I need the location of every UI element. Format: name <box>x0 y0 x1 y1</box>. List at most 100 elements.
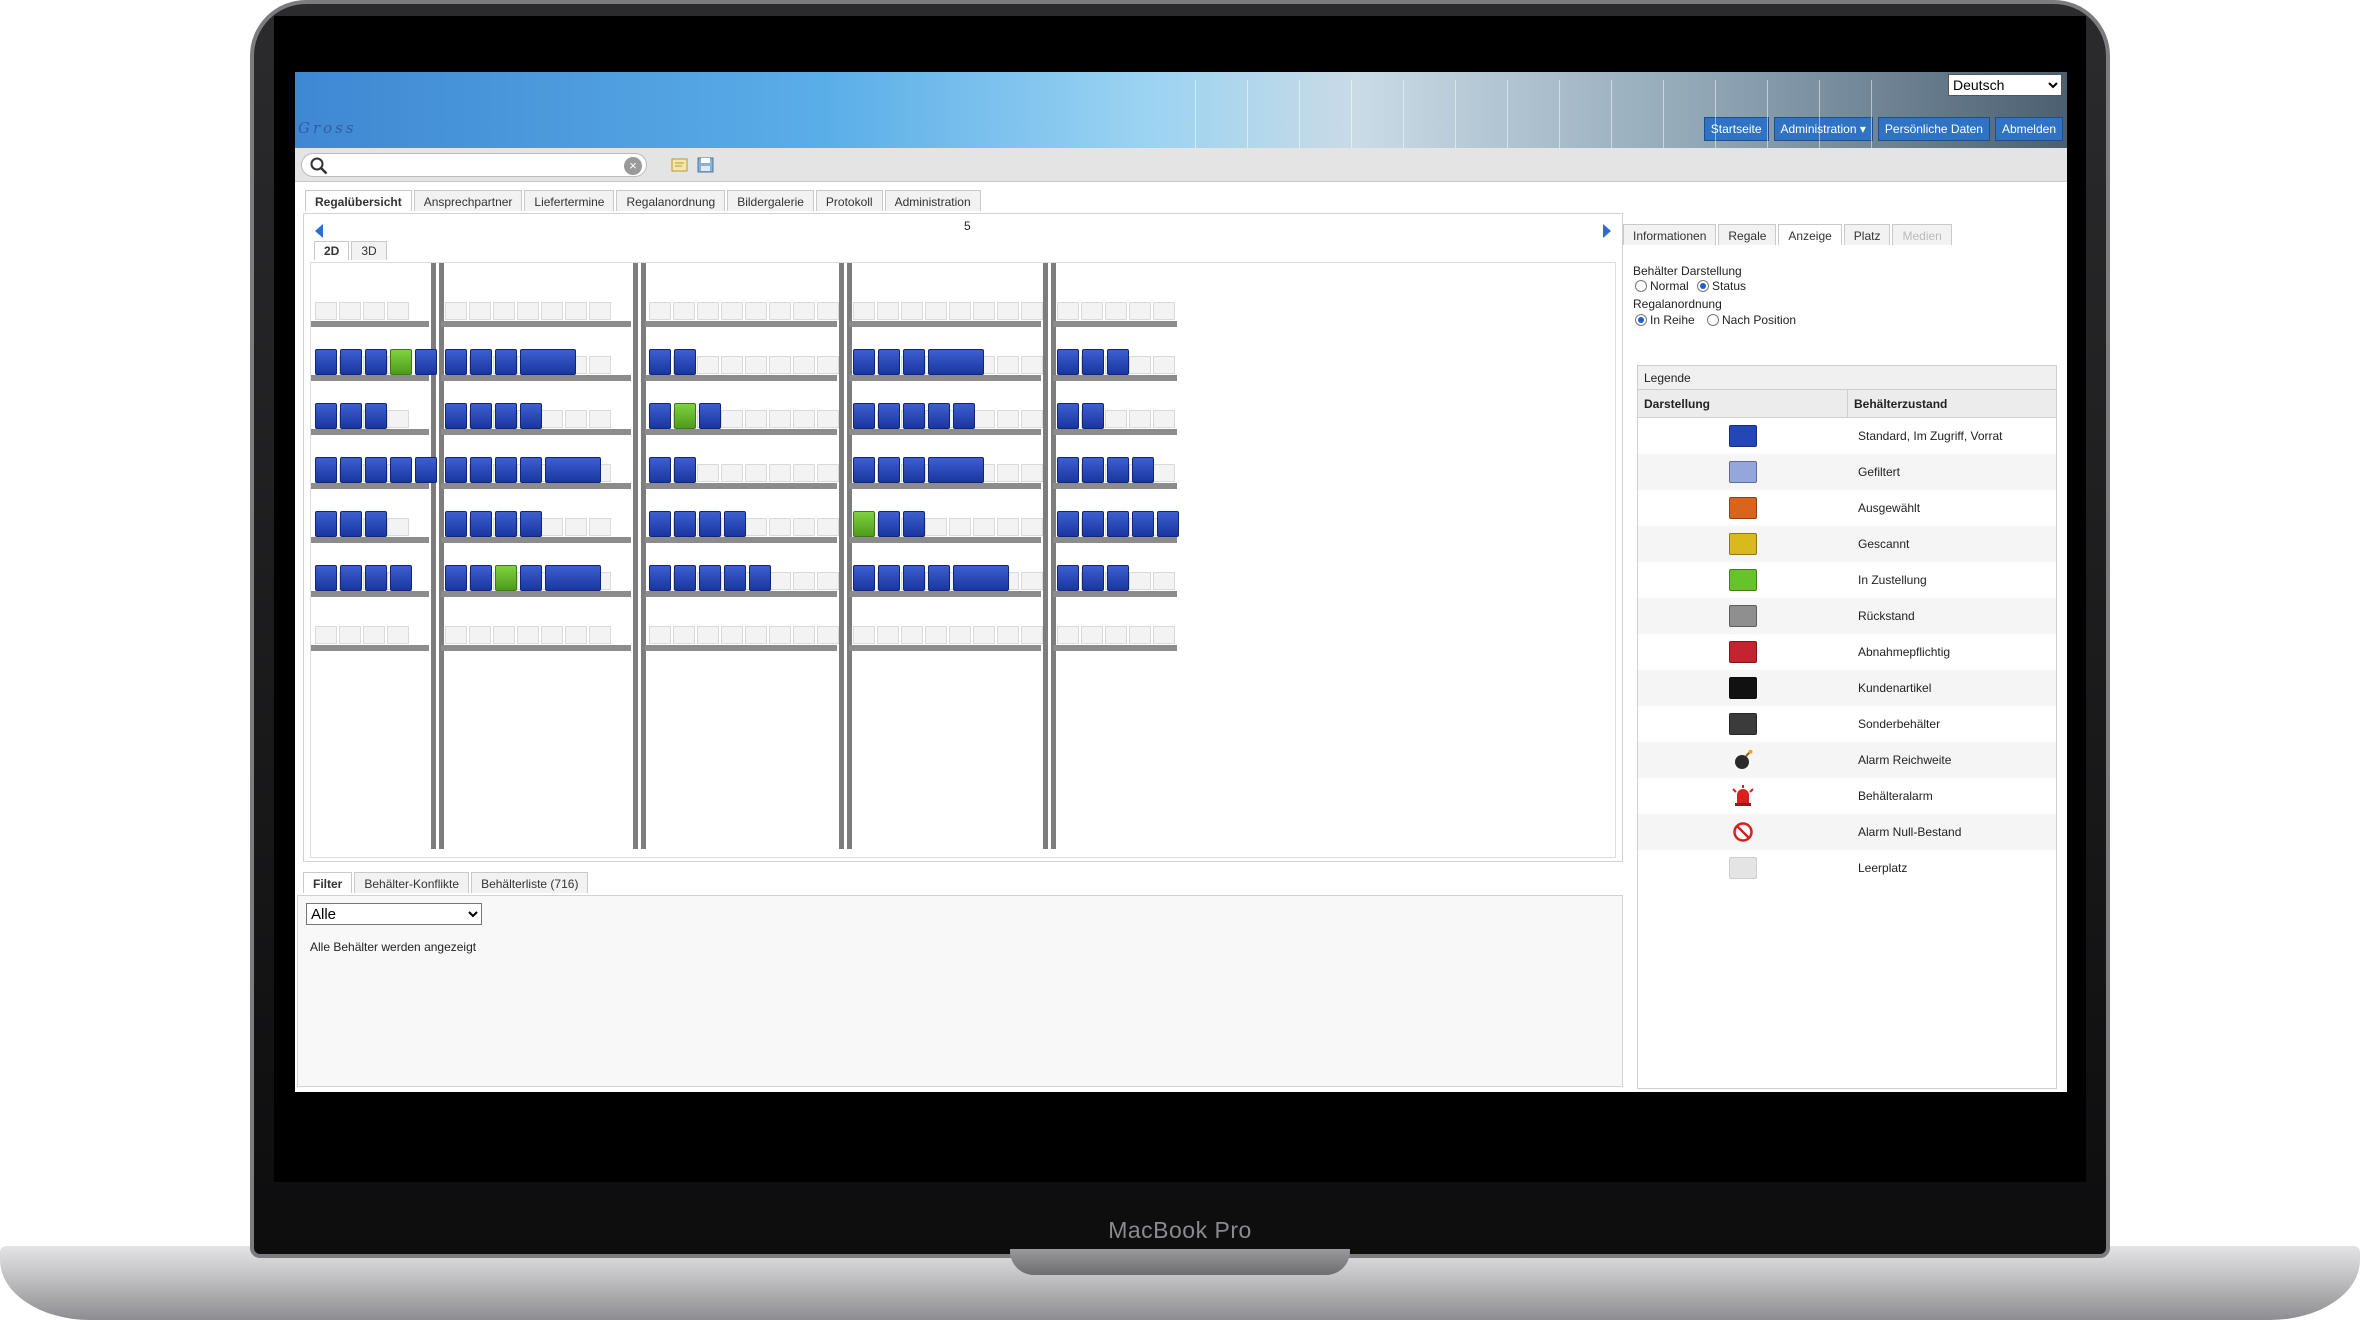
storage-bin[interactable] <box>649 403 671 429</box>
tab-bin-conflicts[interactable]: Behälter-Konflikte <box>354 872 470 893</box>
empty-slot[interactable] <box>387 302 409 320</box>
empty-slot[interactable] <box>817 626 839 644</box>
empty-slot[interactable] <box>1105 302 1127 320</box>
empty-slot[interactable] <box>697 302 719 320</box>
storage-bin[interactable] <box>699 403 721 429</box>
storage-bin[interactable] <box>953 565 1009 591</box>
note-icon[interactable] <box>671 157 689 173</box>
empty-slot[interactable] <box>1129 356 1151 374</box>
storage-bin[interactable] <box>674 565 696 591</box>
empty-slot[interactable] <box>1021 356 1043 374</box>
storage-bin[interactable] <box>495 511 517 537</box>
empty-slot[interactable] <box>589 518 611 536</box>
empty-slot[interactable] <box>1021 302 1043 320</box>
empty-slot[interactable] <box>445 302 467 320</box>
nav-personal-data-button[interactable]: Persönliche Daten <box>1877 117 1990 141</box>
empty-slot[interactable] <box>649 302 671 320</box>
empty-slot[interactable] <box>1153 302 1175 320</box>
save-icon[interactable] <box>697 157 715 173</box>
storage-bin[interactable] <box>878 511 900 537</box>
empty-slot[interactable] <box>1081 626 1103 644</box>
storage-bin[interactable] <box>853 349 875 375</box>
empty-slot[interactable] <box>469 626 491 644</box>
storage-bin[interactable] <box>853 565 875 591</box>
storage-bin[interactable] <box>390 457 412 483</box>
storage-bin[interactable] <box>445 511 467 537</box>
storage-bin[interactable] <box>853 511 875 537</box>
empty-slot[interactable] <box>769 356 791 374</box>
storage-bin[interactable] <box>1157 511 1179 537</box>
empty-slot[interactable] <box>1021 572 1043 590</box>
empty-slot[interactable] <box>315 626 337 644</box>
empty-slot[interactable] <box>793 302 815 320</box>
storage-bin[interactable] <box>1107 457 1129 483</box>
empty-slot[interactable] <box>1153 626 1175 644</box>
nav-home-button[interactable]: Startseite <box>1703 117 1769 141</box>
storage-bin[interactable] <box>365 349 387 375</box>
radio-in-row-dot[interactable] <box>1635 314 1647 326</box>
storage-bin[interactable] <box>1132 457 1154 483</box>
language-select[interactable]: Deutsch <box>1948 74 2062 96</box>
empty-slot[interactable] <box>817 356 839 374</box>
empty-slot[interactable] <box>769 302 791 320</box>
storage-bin[interactable] <box>365 403 387 429</box>
radio-normal[interactable]: Normal <box>1635 279 1689 293</box>
radio-normal-dot[interactable] <box>1635 280 1647 292</box>
empty-slot[interactable] <box>1105 410 1127 428</box>
empty-slot[interactable] <box>517 302 539 320</box>
storage-bin[interactable] <box>1057 403 1079 429</box>
empty-slot[interactable] <box>949 626 971 644</box>
empty-slot[interactable] <box>589 626 611 644</box>
storage-bin[interactable] <box>1082 565 1104 591</box>
next-page-arrow-icon[interactable] <box>1602 224 1612 238</box>
empty-slot[interactable] <box>1129 626 1151 644</box>
storage-bin[interactable] <box>1132 511 1154 537</box>
empty-slot[interactable] <box>565 626 587 644</box>
empty-slot[interactable] <box>1057 626 1079 644</box>
empty-slot[interactable] <box>1057 302 1079 320</box>
radio-status[interactable]: Status <box>1697 279 1746 293</box>
storage-bin[interactable] <box>315 403 337 429</box>
storage-bin[interactable] <box>470 457 492 483</box>
empty-slot[interactable] <box>1081 302 1103 320</box>
empty-slot[interactable] <box>565 518 587 536</box>
storage-bin[interactable] <box>470 349 492 375</box>
storage-bin[interactable] <box>470 511 492 537</box>
storage-bin[interactable] <box>445 403 467 429</box>
storage-bin[interactable] <box>953 403 975 429</box>
empty-slot[interactable] <box>339 626 361 644</box>
empty-slot[interactable] <box>925 518 947 536</box>
empty-slot[interactable] <box>793 518 815 536</box>
storage-bin[interactable] <box>445 349 467 375</box>
empty-slot[interactable] <box>541 302 563 320</box>
nav-logout-button[interactable]: Abmelden <box>1994 117 2063 141</box>
empty-slot[interactable] <box>949 518 971 536</box>
empty-slot[interactable] <box>721 410 743 428</box>
empty-slot[interactable] <box>697 464 719 482</box>
empty-slot[interactable] <box>817 518 839 536</box>
storage-bin[interactable] <box>1057 511 1079 537</box>
empty-slot[interactable] <box>769 518 791 536</box>
prev-page-arrow-icon[interactable] <box>314 224 324 238</box>
empty-slot[interactable] <box>721 464 743 482</box>
storage-bin[interactable] <box>415 349 437 375</box>
empty-slot[interactable] <box>363 626 385 644</box>
empty-slot[interactable] <box>649 626 671 644</box>
empty-slot[interactable] <box>973 302 995 320</box>
storage-bin[interactable] <box>365 511 387 537</box>
storage-bin[interactable] <box>520 403 542 429</box>
storage-bin[interactable] <box>724 511 746 537</box>
storage-bin[interactable] <box>315 457 337 483</box>
storage-bin[interactable] <box>545 457 601 483</box>
storage-bin[interactable] <box>903 403 925 429</box>
empty-slot[interactable] <box>853 302 875 320</box>
empty-slot[interactable] <box>315 302 337 320</box>
storage-bin[interactable] <box>470 565 492 591</box>
empty-slot[interactable] <box>973 518 995 536</box>
storage-bin[interactable] <box>415 457 437 483</box>
storage-bin[interactable] <box>365 565 387 591</box>
empty-slot[interactable] <box>589 302 611 320</box>
empty-slot[interactable] <box>541 518 563 536</box>
storage-bin[interactable] <box>928 349 984 375</box>
storage-bin[interactable] <box>340 457 362 483</box>
